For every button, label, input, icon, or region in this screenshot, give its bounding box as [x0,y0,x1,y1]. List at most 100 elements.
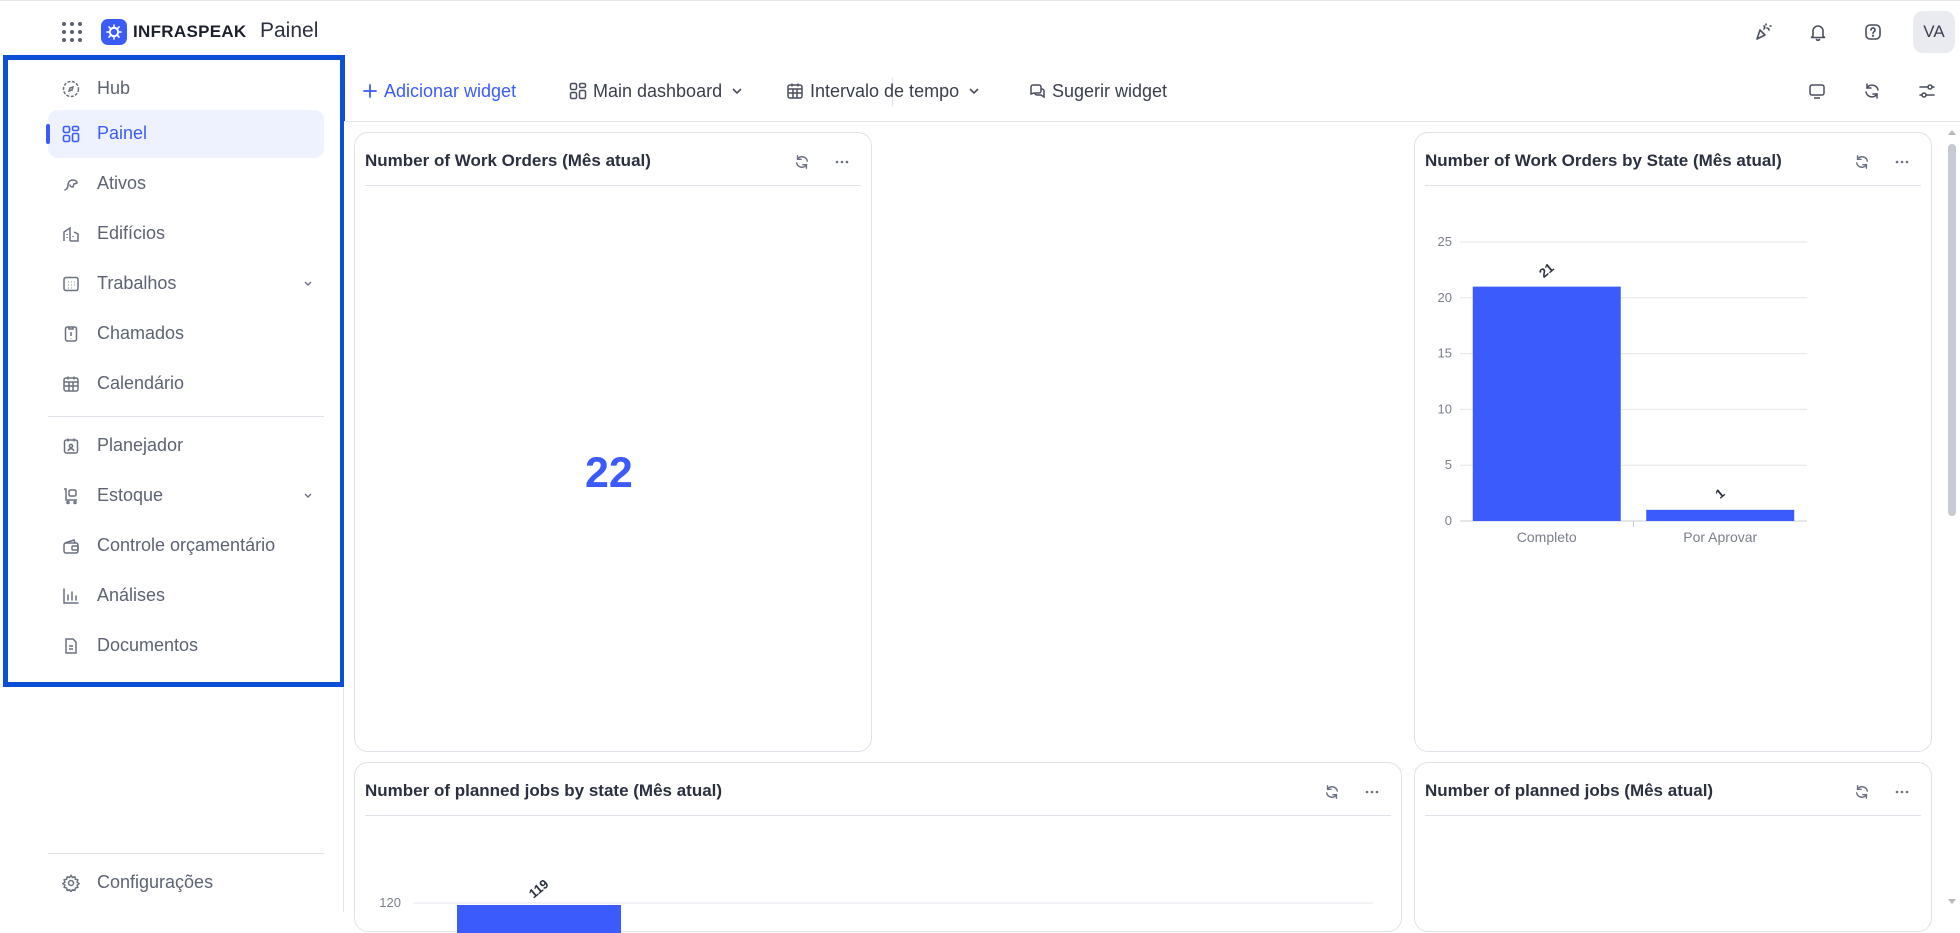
sidebar-item-configuracoes[interactable]: Configurações [48,859,324,907]
sidebar-item-edificios[interactable]: Edifícios [48,210,324,258]
sidebar-item-hub[interactable]: Hub [48,65,324,113]
scroll-thumb[interactable] [1948,144,1956,516]
bell-icon[interactable] [1798,12,1838,52]
filter-settings-icon[interactable] [1914,78,1940,104]
sidebar-item-trabalhos[interactable]: Trabalhos [48,260,324,308]
widget-divider [365,185,861,186]
dashboard-icon [569,82,587,100]
y-tick-label: 0 [1445,513,1452,528]
sidebar-item-analises[interactable]: Análises [48,572,324,620]
suggest-widget-button[interactable]: Sugerir widget [1028,78,1167,104]
y-tick-label: 15 [1438,346,1452,361]
more-options-icon[interactable] [831,151,853,173]
dashboard-content: Number of Work Orders (Mês atual) 22 Num… [344,122,1944,933]
y-tick-label: 10 [1438,401,1452,416]
widget-title: Number of planned jobs (Mês atual) [1425,781,1714,800]
sidebar-item-documentos[interactable]: Documentos [48,622,324,670]
bar [1472,286,1621,521]
sidebar-item-controle-orcamentario[interactable]: Controle orçamentário [48,522,324,570]
sidebar-item-label: Análises [97,585,166,605]
data-label: 1 [1712,485,1727,501]
dashboard-icon [62,125,80,143]
data-label: 21 [1536,260,1557,281]
sidebar-item-planejador[interactable]: Planejador [48,422,324,470]
widget-work-orders-by-state[interactable]: Number of Work Orders by State (Mês atua… [1414,132,1932,752]
widget-planned-jobs-by-state[interactable]: Number of planned jobs by state (Mês atu… [354,762,1402,933]
calendar-grid-icon [63,276,79,292]
y-tick-label: 25 [1438,234,1452,249]
brand-name: INFRASPEAK [133,22,247,41]
sidebar-divider [48,853,324,854]
bar [1646,509,1795,521]
sidebar-item-label: Edifícios [97,223,166,243]
widget-divider [1425,815,1921,816]
dashboard-select[interactable]: Main dashboard [569,78,750,104]
x-tick-label: Por Aprovar [1683,529,1757,545]
sidebar-item-label: Hub [97,78,131,98]
sidebar-item-label: Estoque [97,485,164,505]
sidebar-item-label: Controle orçamentário [97,535,276,555]
add-widget-button[interactable]: Adicionar widget [362,78,516,104]
scroll-down-icon[interactable] [1947,898,1957,906]
bar-chart-icon [63,588,79,604]
sidebar-item-estoque[interactable]: Estoque [48,472,324,520]
add-widget-label: Adicionar widget [384,80,517,101]
y-tick-label: 20 [1438,290,1452,305]
logo[interactable]: INFRASPEAK [101,19,247,45]
widget-work-orders[interactable]: Number of Work Orders (Mês atual) 22 [354,132,872,752]
sidebar-item-label: Planejador [97,435,184,455]
chevron-down-icon[interactable] [302,489,314,501]
tv-mode-icon[interactable] [1804,78,1830,104]
top-bar: INFRASPEAK Painel VA [0,0,1960,60]
logo-mark-icon [101,19,127,45]
building-icon [63,226,79,242]
planner-icon [63,438,79,454]
chevron-down-icon[interactable] [302,277,314,289]
sidebar-item-label: Calendário [97,373,185,393]
sidebar-divider [48,416,324,417]
chat-bubbles-icon [1030,84,1045,99]
sidebar-item-label: Documentos [97,635,199,655]
wrench-icon [64,179,78,191]
user-avatar[interactable]: VA [1913,11,1955,53]
cart-icon [64,488,77,505]
widget-title: Number of Work Orders (Mês atual) [365,151,651,170]
data-label: 119 [526,876,552,901]
app-launcher-icon[interactable] [62,22,82,42]
calendar-icon [63,376,79,392]
refresh-icon[interactable] [1859,78,1885,104]
work-orders-count: 22 [585,449,633,497]
plus-icon [363,84,377,98]
sidebar-item-ativos[interactable]: Ativos [48,160,324,208]
dashboard-toolbar: Adicionar widget Main dashboard Interval… [344,60,1960,122]
chevron-down-icon [732,88,742,95]
compass-icon [62,80,80,98]
wallet-icon [63,539,79,554]
suggest-widget-label: Sugerir widget [1052,80,1168,101]
sidebar: Hub Painel Ativos Edifícios Trabalhos Ch… [0,60,344,912]
refresh-icon[interactable] [1851,781,1873,803]
y-tick-label: 5 [1445,457,1452,472]
bar [457,905,621,933]
x-tick-label: Completo [1517,529,1577,545]
gear-icon [62,874,80,892]
time-range-label: Intervalo de tempo [810,80,960,101]
widget-planned-jobs[interactable]: Number of planned jobs (Mês atual) [1414,762,1932,932]
vertical-scrollbar[interactable] [1944,122,1960,912]
sidebar-item-label: Configurações [97,872,214,892]
active-indicator [46,124,50,144]
sidebar-item-label: Trabalhos [97,273,177,293]
scroll-up-icon[interactable] [1947,128,1957,136]
dashboard-select-label: Main dashboard [593,80,723,101]
time-range-select[interactable]: Intervalo de tempo [786,78,987,104]
sidebar-item-calendario[interactable]: Calendário [48,360,324,408]
announcements-icon[interactable] [1743,12,1783,52]
sidebar-item-chamados[interactable]: Chamados [48,310,324,358]
sidebar-item-label: Ativos [97,173,147,193]
sidebar-item-painel[interactable]: Painel [46,110,324,158]
sidebar-item-label: Painel [97,123,148,143]
refresh-icon[interactable] [791,151,813,173]
help-icon[interactable] [1853,12,1893,52]
more-options-icon[interactable] [1891,781,1913,803]
chevron-down-icon [969,88,979,95]
